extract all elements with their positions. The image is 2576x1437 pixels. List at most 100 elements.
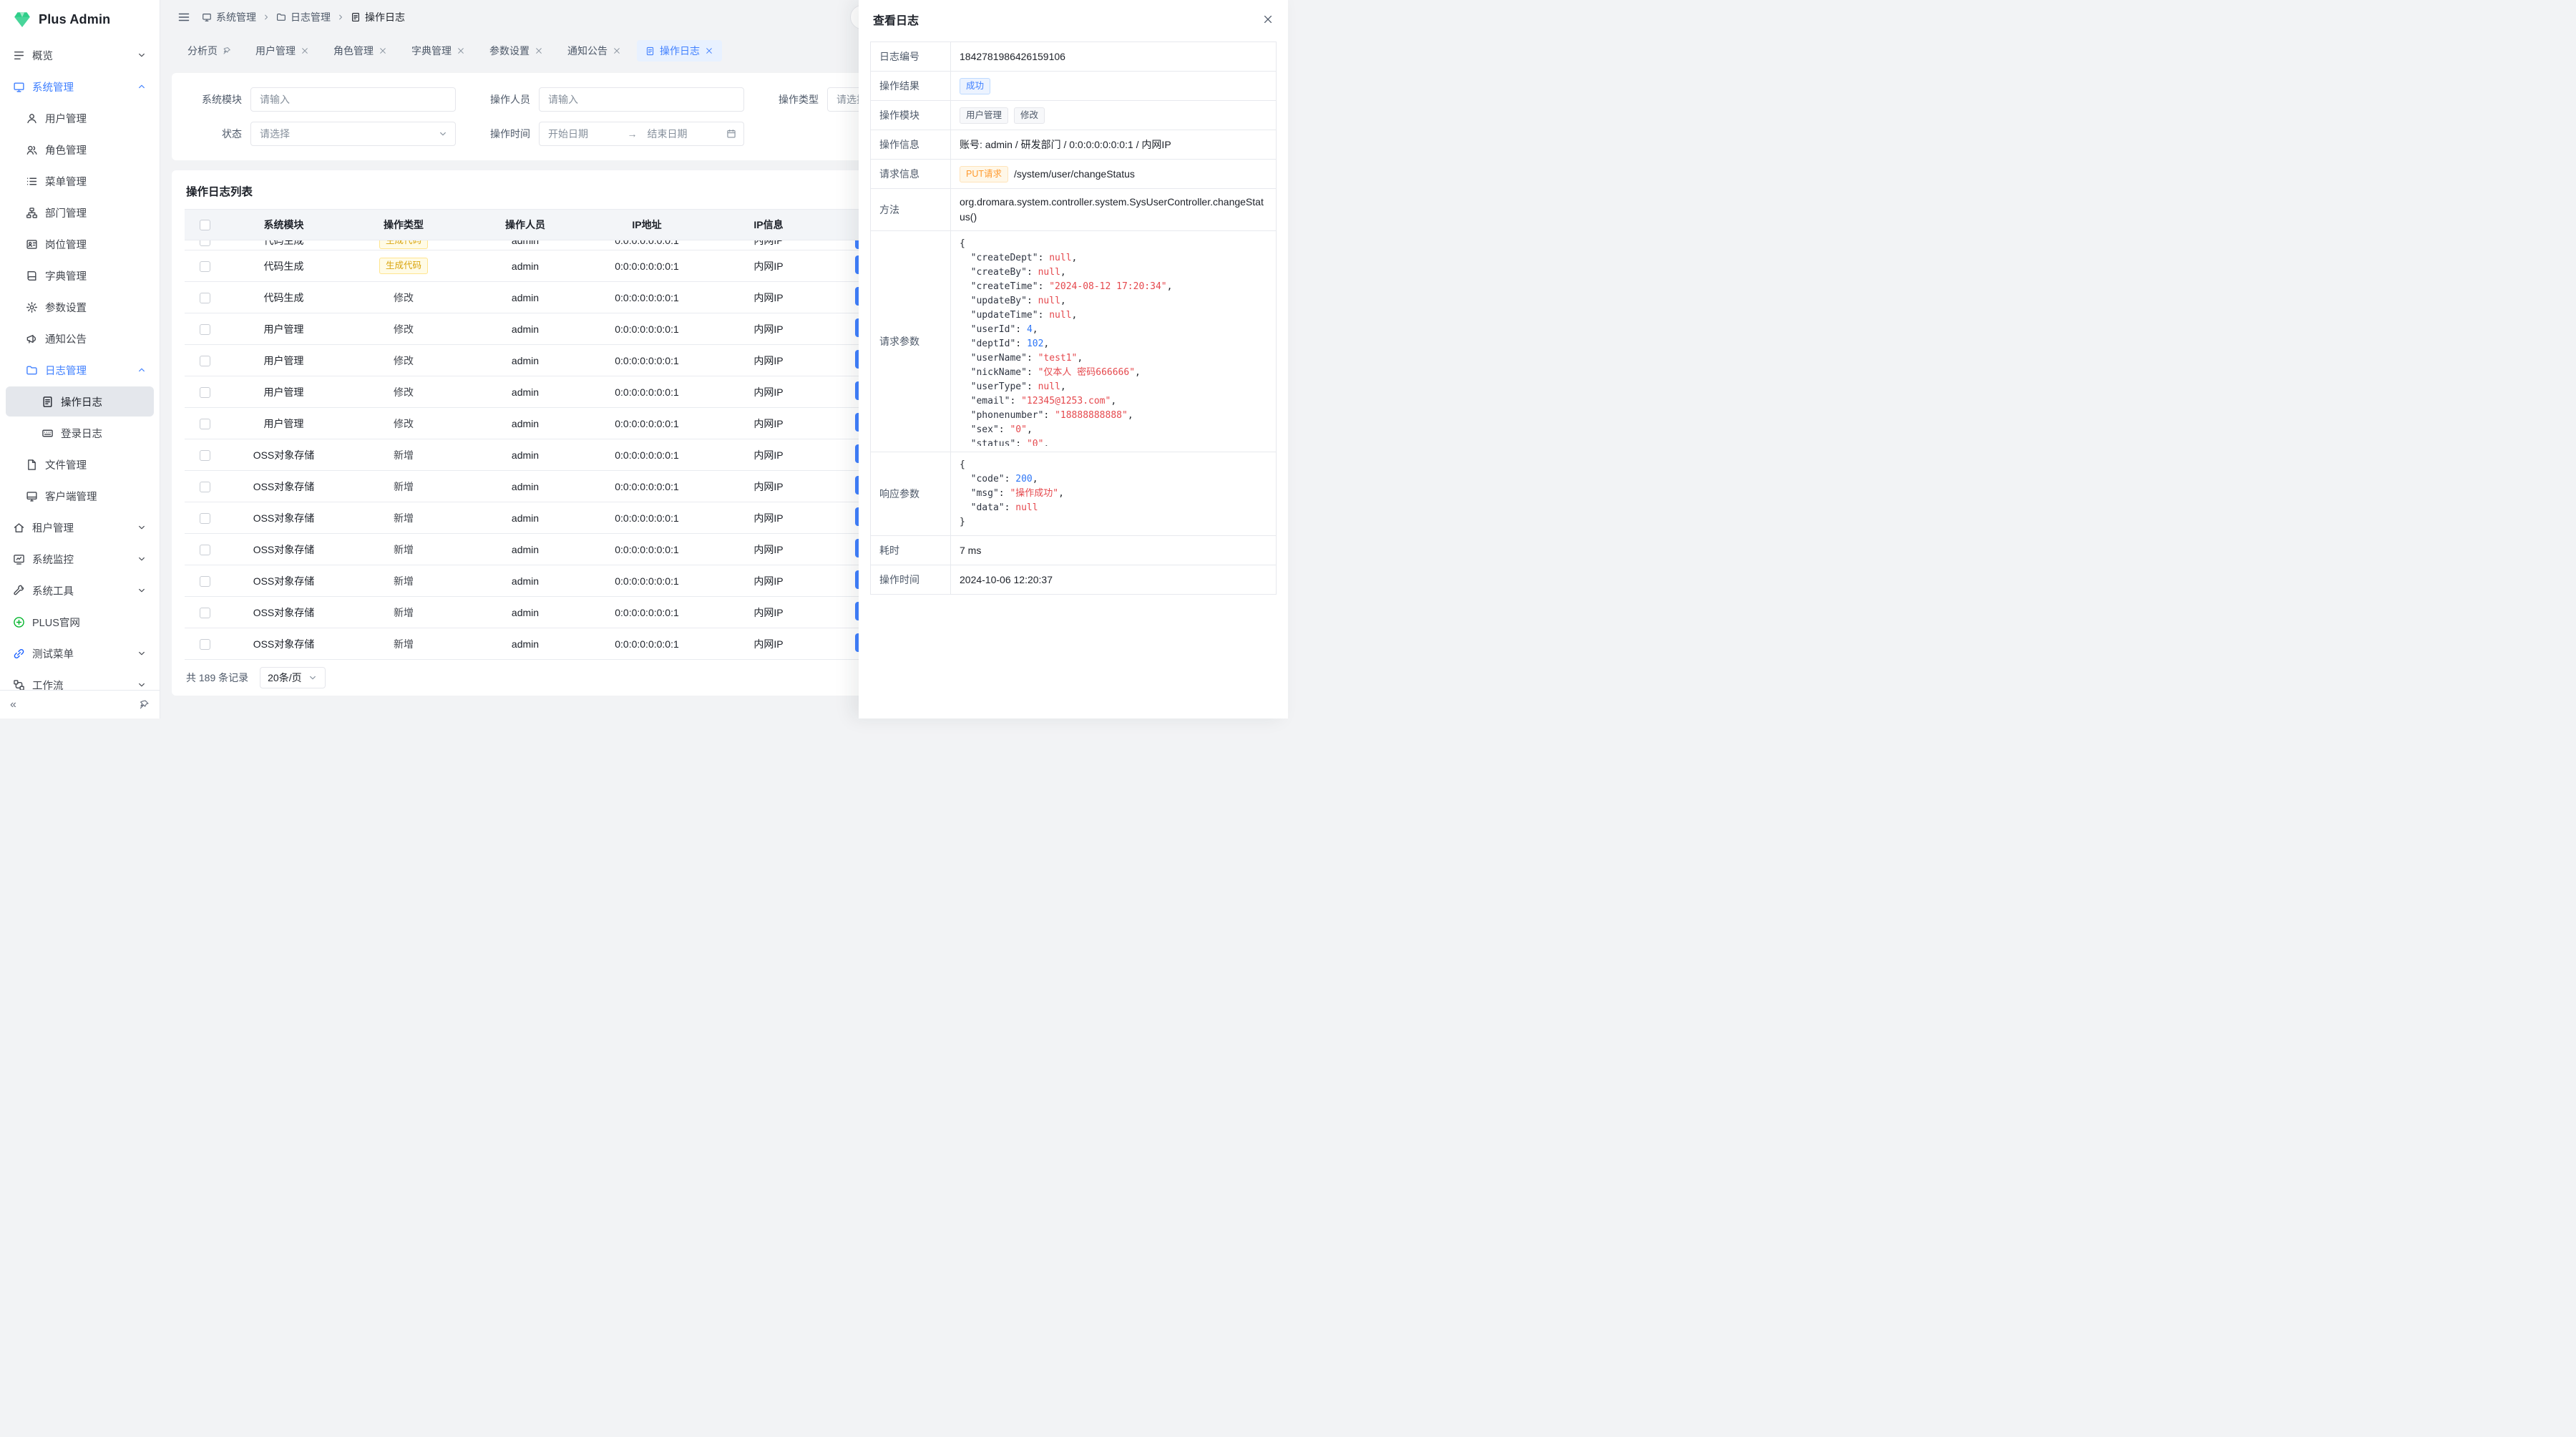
sidebar-item[interactable]: 参数设置 <box>6 292 154 322</box>
cell-module: OSS对象存储 <box>225 637 343 651</box>
system-module-label: 系统模块 <box>185 92 242 107</box>
cell-type: 新增 <box>343 448 464 462</box>
field-label: 响应参数 <box>871 452 951 535</box>
sidebar-item[interactable]: 文件管理 <box>6 449 154 479</box>
sidebar-item[interactable]: 日志管理 <box>6 355 154 385</box>
close-icon[interactable] <box>1262 14 1274 25</box>
sidebar-item[interactable]: 客户端管理 <box>6 481 154 511</box>
sidebar-item[interactable]: 工作流 <box>6 670 154 690</box>
sidebar-item[interactable]: 测试菜单 <box>6 638 154 668</box>
tab[interactable]: 参数设置 <box>481 40 552 62</box>
select-all-checkbox[interactable] <box>200 220 210 230</box>
close-tab-icon[interactable] <box>379 47 387 55</box>
tab[interactable]: 用户管理 <box>247 40 318 62</box>
row-checkbox[interactable] <box>200 324 210 335</box>
system-module-input[interactable] <box>250 87 456 112</box>
sidebar-item-label: PLUS官网 <box>32 615 147 630</box>
doc-icon <box>645 47 655 56</box>
breadcrumb-item[interactable]: 系统管理 <box>202 10 256 24</box>
logo-icon <box>13 10 31 29</box>
row-checkbox[interactable] <box>200 513 210 524</box>
sidebar-item-label: 租户管理 <box>32 520 130 535</box>
row-checkbox[interactable] <box>200 293 210 303</box>
sidebar-item[interactable]: 操作日志 <box>6 386 154 417</box>
cell-module: OSS对象存储 <box>225 479 343 494</box>
flow-icon <box>13 679 25 691</box>
close-tab-icon[interactable] <box>301 47 309 55</box>
sidebar-item[interactable]: 字典管理 <box>6 260 154 291</box>
chevron-down-icon <box>438 129 448 139</box>
sidebar-item[interactable]: 用户管理 <box>6 103 154 133</box>
close-tab-icon[interactable] <box>457 47 465 55</box>
breadcrumb-item[interactable]: 日志管理 <box>276 10 331 24</box>
row-checkbox[interactable] <box>200 450 210 461</box>
sidebar-item[interactable]: 系统监控 <box>6 544 154 574</box>
row-checkbox[interactable] <box>200 387 210 398</box>
field-label: 耗时 <box>871 536 951 565</box>
sidebar-item-label: 工作流 <box>32 678 130 691</box>
row-checkbox[interactable] <box>200 261 210 272</box>
cell-module: 代码生成 <box>225 291 343 305</box>
tab[interactable]: 字典管理 <box>403 40 474 62</box>
row-checkbox[interactable] <box>200 639 210 650</box>
sidebar-toggle-icon[interactable] <box>177 11 190 24</box>
cell-operator: admin <box>464 512 586 524</box>
cell-module: 代码生成 <box>225 259 343 273</box>
sidebar-item[interactable]: PLUS官网 <box>6 607 154 637</box>
sidebar-item[interactable]: 菜单管理 <box>6 166 154 196</box>
operator-input[interactable] <box>539 87 744 112</box>
cell-type: 生成代码 <box>343 240 464 249</box>
sidebar-item-label: 客户端管理 <box>45 489 147 504</box>
sidebar-item[interactable]: 概览 <box>6 40 154 70</box>
chevron-down-icon <box>137 648 147 658</box>
status-select[interactable]: 请选择 <box>250 122 456 146</box>
breadcrumb-separator-icon <box>336 13 345 21</box>
dashboard-icon <box>13 49 25 62</box>
request-params-code[interactable]: { "createDept": null, "createBy": null, … <box>951 237 1274 446</box>
tab[interactable]: 角色管理 <box>325 40 396 62</box>
sidebar-item-label: 概览 <box>32 48 130 63</box>
cell-operator: admin <box>464 481 586 492</box>
cell-operator: admin <box>464 386 586 398</box>
breadcrumb-item[interactable]: 操作日志 <box>351 10 405 24</box>
row-checkbox[interactable] <box>200 482 210 492</box>
sidebar-item[interactable]: 角色管理 <box>6 135 154 165</box>
row-checkbox[interactable] <box>200 545 210 555</box>
pin-sidebar-icon[interactable] <box>139 699 150 710</box>
sidebar-item[interactable]: 登录日志 <box>6 418 154 448</box>
sidebar-item[interactable]: 部门管理 <box>6 198 154 228</box>
row-checkbox[interactable] <box>200 356 210 366</box>
row-checkbox[interactable] <box>200 240 210 246</box>
op-type-tag: 生成代码 <box>379 240 428 249</box>
tab[interactable]: 分析页 <box>179 40 240 62</box>
monitor-icon <box>13 81 25 93</box>
sidebar-item[interactable]: 通知公告 <box>6 323 154 354</box>
row-checkbox[interactable] <box>200 576 210 587</box>
sidebar-item[interactable]: 岗位管理 <box>6 229 154 259</box>
sidebar-item[interactable]: 系统管理 <box>6 72 154 102</box>
home-icon <box>13 522 25 534</box>
drawer-title: 查看日志 <box>873 11 919 28</box>
row-checkbox[interactable] <box>200 419 210 429</box>
sidebar-item[interactable]: 租户管理 <box>6 512 154 542</box>
sidebar-item-label: 用户管理 <box>45 111 147 126</box>
chevron-down-icon <box>308 673 318 683</box>
op-info-value: 账号: admin / 研发部门 / 0:0:0:0:0:0:0:1 / 内网I… <box>951 130 1276 159</box>
close-tab-icon[interactable] <box>705 47 713 55</box>
close-tab-icon[interactable] <box>613 47 621 55</box>
close-tab-icon[interactable] <box>535 47 543 55</box>
page-size-select[interactable]: 20条/页 <box>260 667 325 688</box>
op-time-range-picker[interactable]: 开始日期 → 结束日期 <box>539 122 744 146</box>
field-label: 请求信息 <box>871 160 951 188</box>
tab[interactable]: 操作日志 <box>637 40 722 62</box>
row-checkbox[interactable] <box>200 608 210 618</box>
tab[interactable]: 通知公告 <box>559 40 630 62</box>
end-date-placeholder: 结束日期 <box>648 127 717 141</box>
cell-ip: 0:0:0:0:0:0:0:1 <box>586 418 708 429</box>
collapse-sidebar-icon[interactable]: « <box>10 698 16 711</box>
detail-row: 操作时间 2024-10-06 12:20:37 <box>871 565 1276 594</box>
sidebar-item[interactable]: 系统工具 <box>6 575 154 605</box>
logo: Plus Admin <box>0 0 160 39</box>
cell-ipinfo: 内网IP <box>708 291 829 305</box>
op-type-text: 修改 <box>394 355 414 366</box>
